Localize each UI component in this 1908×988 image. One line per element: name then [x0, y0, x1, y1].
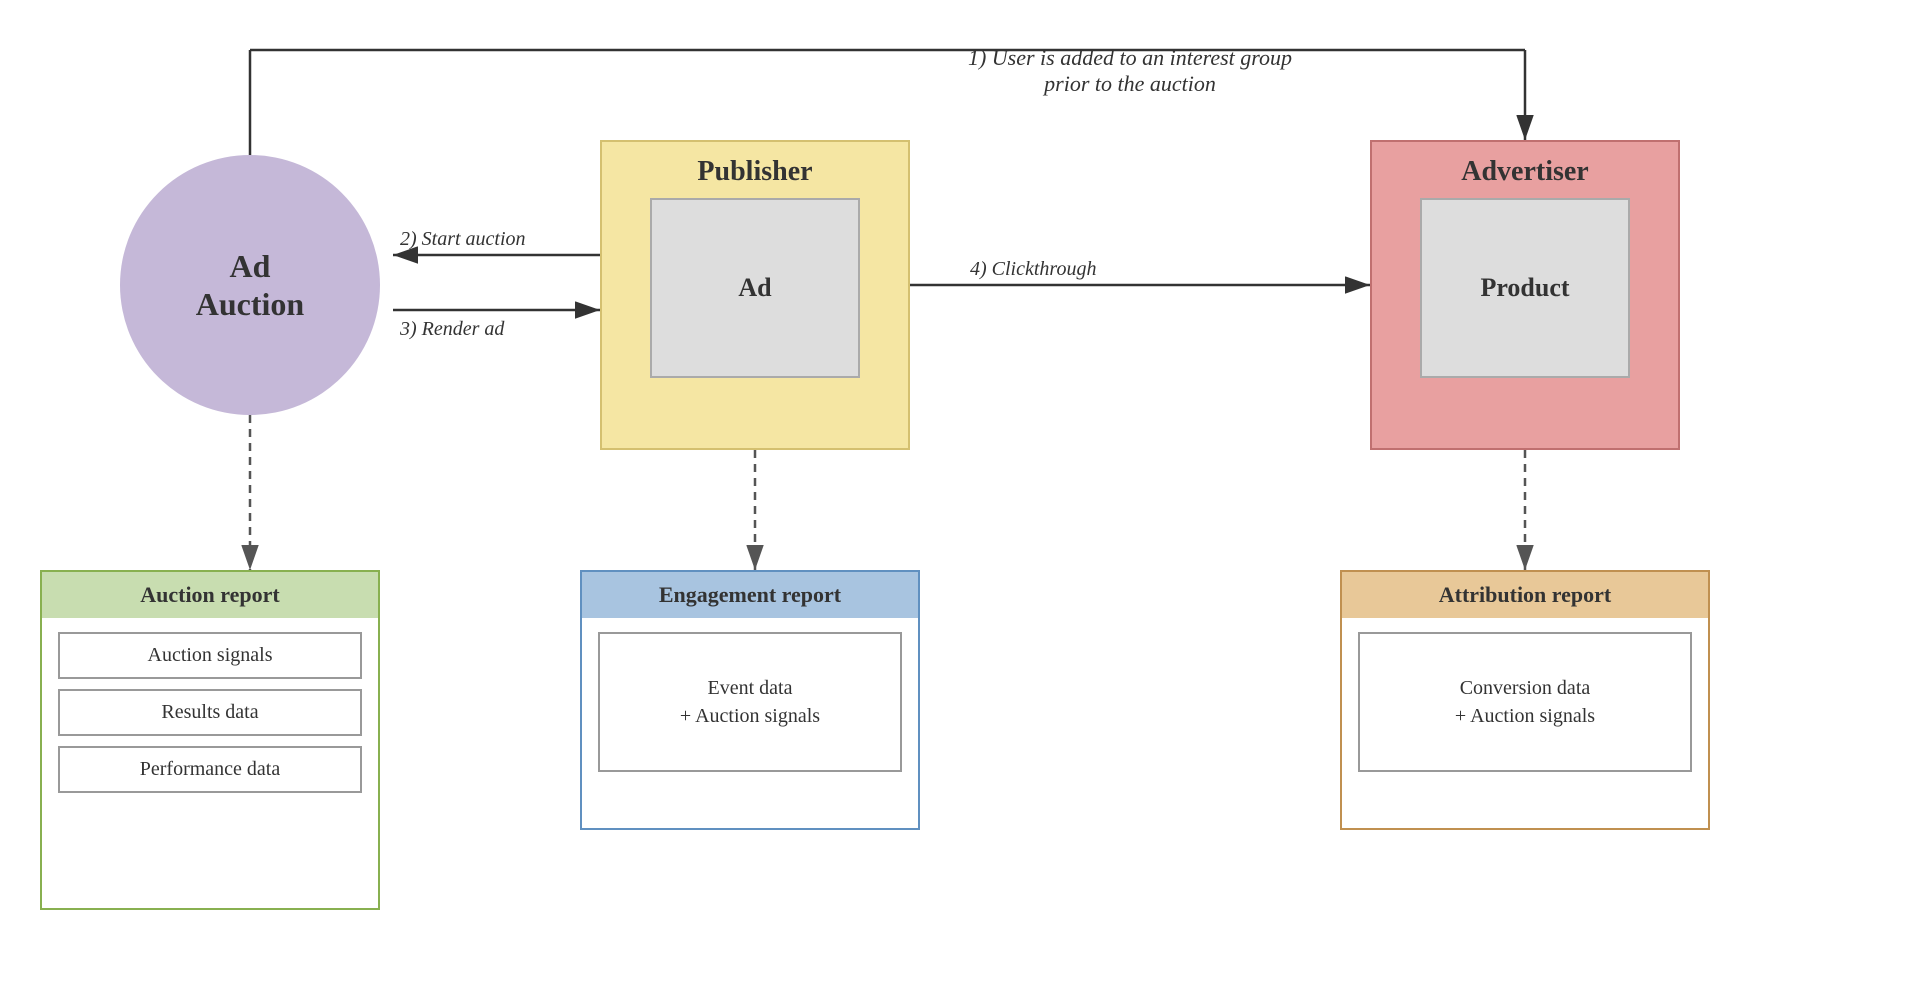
- ad-auction-circle: Ad Auction: [120, 155, 380, 415]
- engagement-report-header: Engagement report: [582, 572, 918, 618]
- engagement-report-body: Event data+ Auction signals: [582, 618, 918, 828]
- attribution-report-body: Conversion data+ Auction signals: [1342, 618, 1708, 828]
- ad-inner-box: Ad: [650, 198, 860, 378]
- publisher-title: Publisher: [697, 156, 812, 188]
- auction-report-header: Auction report: [42, 572, 378, 618]
- auction-report-body: Auction signals Results data Performance…: [42, 618, 378, 908]
- product-inner-box: Product: [1420, 198, 1630, 378]
- auction-report: Auction report Auction signals Results d…: [40, 570, 380, 910]
- ad-auction-label2: Auction: [196, 285, 304, 323]
- clickthrough-annotation: 4) Clickthrough: [970, 258, 1096, 281]
- start-auction-annotation: 2) Start auction: [400, 228, 526, 251]
- results-data-item: Results data: [58, 689, 362, 736]
- attribution-report-header: Attribution report: [1342, 572, 1708, 618]
- event-data-item: Event data+ Auction signals: [598, 632, 902, 772]
- auction-signals-item: Auction signals: [58, 632, 362, 679]
- attribution-report: Attribution report Conversion data+ Auct…: [1340, 570, 1710, 830]
- conversion-data-item: Conversion data+ Auction signals: [1358, 632, 1692, 772]
- engagement-report: Engagement report Event data+ Auction si…: [580, 570, 920, 830]
- diagram-container: Ad Auction Publisher Ad Advertiser Produ…: [0, 0, 1908, 988]
- user-interest-annotation: 1) User is added to an interest group pr…: [950, 45, 1310, 97]
- publisher-box: Publisher Ad: [600, 140, 910, 450]
- advertiser-box: Advertiser Product: [1370, 140, 1680, 450]
- ad-auction-label: Ad: [230, 247, 271, 285]
- ad-label: Ad: [738, 273, 771, 303]
- performance-data-item: Performance data: [58, 746, 362, 793]
- render-ad-annotation: 3) Render ad: [400, 318, 504, 341]
- product-label: Product: [1480, 273, 1569, 303]
- advertiser-title: Advertiser: [1461, 156, 1589, 188]
